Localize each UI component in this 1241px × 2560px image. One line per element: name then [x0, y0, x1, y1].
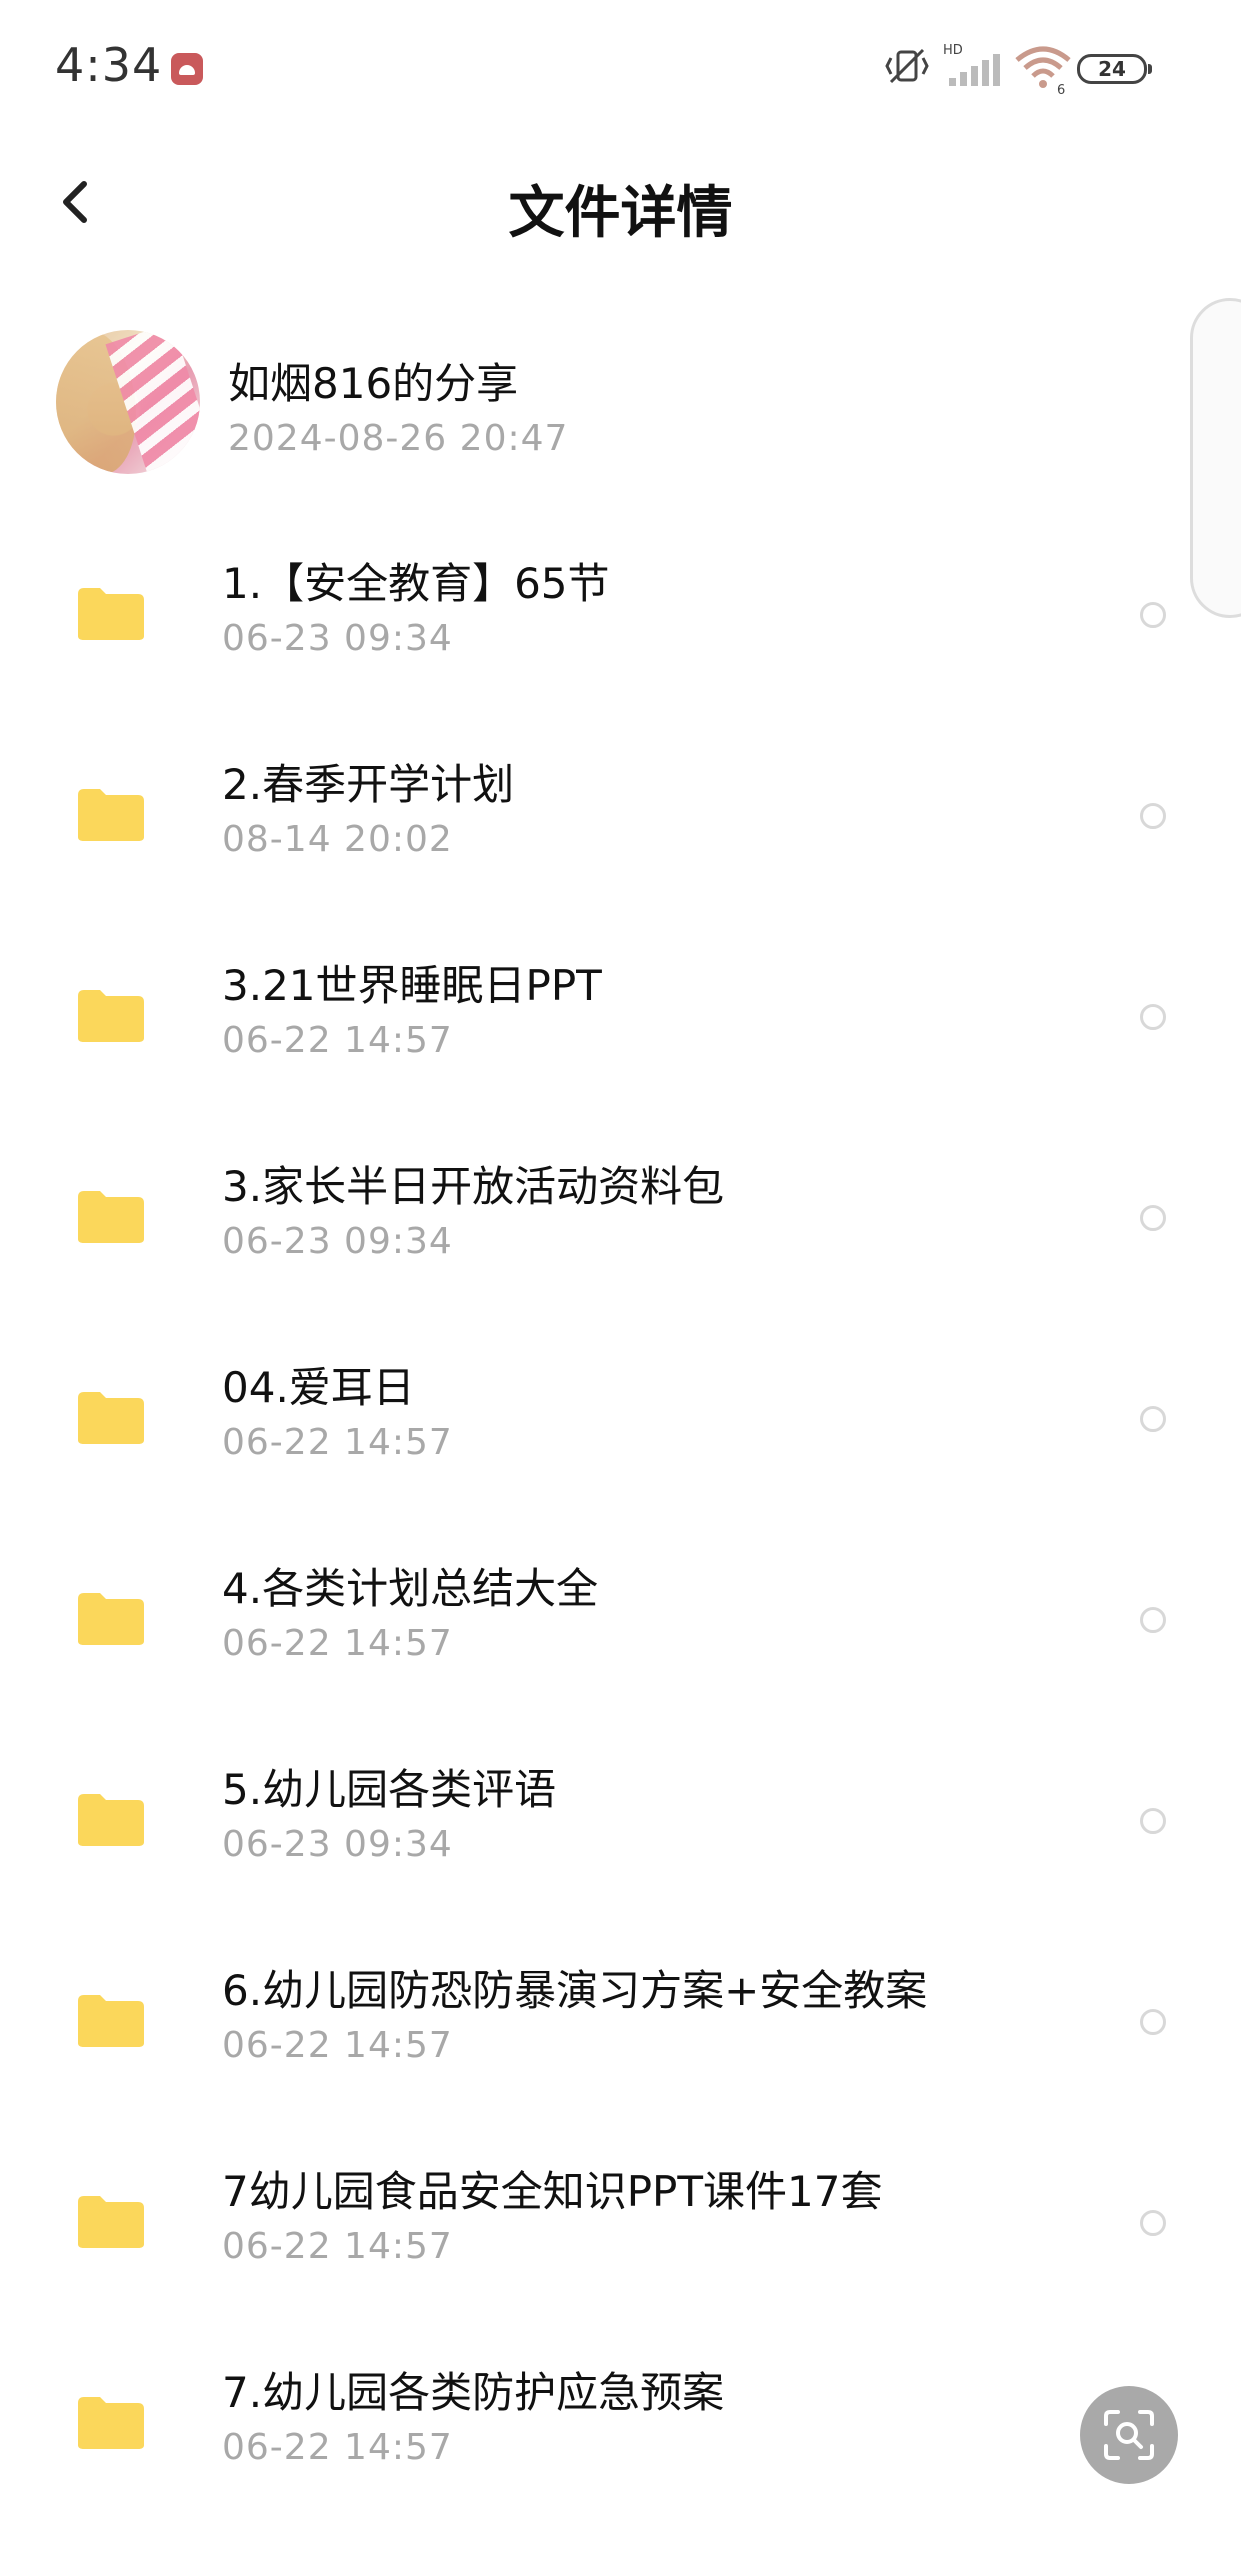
file-date: 06-22 14:57 [222, 2226, 453, 2267]
file-date: 08-14 20:02 [222, 819, 453, 860]
scan-search-button[interactable] [1080, 2386, 1178, 2484]
list-item[interactable]: 6.幼儿园防恐防暴演习方案+安全教案 06-22 14:57 [0, 1927, 1241, 2128]
select-radio[interactable] [1140, 1607, 1166, 1633]
notification-app-icon [171, 53, 203, 85]
file-name: 6.幼儿园防恐防暴演习方案+安全教案 [222, 1966, 928, 2015]
folder-icon [78, 1191, 144, 1243]
list-item[interactable]: 4.各类计划总结大全 06-22 14:57 [0, 1525, 1241, 1726]
folder-icon [78, 1593, 144, 1645]
folder-icon [78, 1794, 144, 1846]
page-title: 文件详情 [508, 181, 733, 246]
folder-icon [78, 588, 144, 640]
cellular-signal-icon: HD [943, 43, 1000, 86]
folder-icon [78, 1392, 144, 1444]
list-item[interactable]: 7.幼儿园各类防护应急预案 06-22 14:57 [0, 2329, 1241, 2530]
file-date: 06-22 14:57 [222, 2025, 453, 2066]
select-radio[interactable] [1140, 1808, 1166, 1834]
select-radio[interactable] [1140, 2210, 1166, 2236]
folder-icon [78, 2397, 144, 2449]
file-date: 06-23 09:34 [222, 1221, 453, 1262]
file-name: 1.【安全教育】65节 [222, 559, 610, 608]
folder-icon [78, 1995, 144, 2047]
file-date: 06-22 14:57 [222, 2427, 453, 2468]
file-date: 06-23 09:34 [222, 1824, 453, 1865]
list-item[interactable]: 3.21世界睡眠日PPT 06-22 14:57 [0, 922, 1241, 1123]
select-radio[interactable] [1140, 1004, 1166, 1030]
share-date: 2024-08-26 20:47 [228, 418, 569, 459]
file-name: 7.幼儿园各类防护应急预案 [222, 2368, 725, 2417]
file-date: 06-22 14:57 [222, 1623, 453, 1664]
list-item[interactable]: 1.【安全教育】65节 06-23 09:34 [0, 520, 1241, 721]
header: 文件详情 [0, 140, 1241, 270]
file-name: 2.春季开学计划 [222, 760, 515, 809]
file-name: 3.家长半日开放活动资料包 [222, 1162, 725, 1211]
list-item[interactable]: 2.春季开学计划 08-14 20:02 [0, 721, 1241, 922]
file-name: 3.21世界睡眠日PPT [222, 961, 602, 1010]
wifi-level: 6 [1057, 83, 1065, 94]
file-date: 06-22 14:57 [222, 1422, 453, 1463]
select-radio[interactable] [1140, 1205, 1166, 1231]
sharer-name: 如烟816的分享 [228, 359, 519, 408]
select-radio[interactable] [1140, 2009, 1166, 2035]
status-bar: 4:34 HD 6 24 [0, 0, 1241, 140]
file-name: 4.各类计划总结大全 [222, 1564, 599, 1613]
file-name: 04.爱耳日 [222, 1363, 415, 1412]
file-date: 06-22 14:57 [222, 1020, 453, 1061]
list-item[interactable]: 7幼儿园食品安全知识PPT课件17套 06-22 14:57 [0, 2128, 1241, 2329]
folder-icon [78, 990, 144, 1042]
list-item[interactable]: 5.幼儿园各类评语 06-23 09:34 [0, 1726, 1241, 1927]
list-item[interactable]: 3.家长半日开放活动资料包 06-23 09:34 [0, 1123, 1241, 1324]
battery-level: 24 [1098, 57, 1126, 81]
wifi-icon: 6 [1015, 46, 1071, 94]
file-name: 5.幼儿园各类评语 [222, 1765, 557, 1814]
folder-icon [78, 2196, 144, 2248]
folder-icon [78, 789, 144, 841]
list-item[interactable]: 04.爱耳日 06-22 14:57 [0, 1324, 1241, 1525]
select-radio[interactable] [1140, 803, 1166, 829]
select-radio[interactable] [1140, 602, 1166, 628]
select-radio[interactable] [1140, 1406, 1166, 1432]
battery-icon: 24 [1077, 54, 1152, 84]
file-name: 7幼儿园食品安全知识PPT课件17套 [222, 2167, 883, 2216]
file-details-screen: 4:34 HD 6 24 文件详情 如烟816的分享 2024-08-26 20… [0, 0, 1241, 2560]
vibrate-off-icon [885, 48, 929, 84]
file-list: 1.【安全教育】65节 06-23 09:34 2.春季开学计划 08-14 2… [0, 520, 1241, 2530]
status-time: 4:34 [55, 38, 163, 92]
file-date: 06-23 09:34 [222, 618, 453, 659]
network-type-label: HD [943, 43, 963, 58]
scan-search-icon [1104, 2410, 1154, 2460]
avatar[interactable] [56, 330, 200, 474]
sharer-info: 如烟816的分享 2024-08-26 20:47 [0, 322, 1241, 482]
